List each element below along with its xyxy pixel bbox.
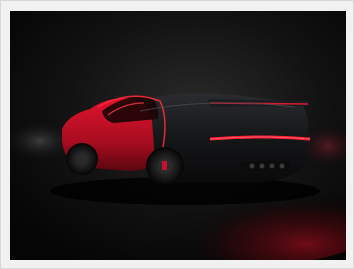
car-illustration [10,11,346,260]
image-frame [0,0,354,269]
brake-caliper [162,161,167,170]
car-photo [10,11,346,260]
